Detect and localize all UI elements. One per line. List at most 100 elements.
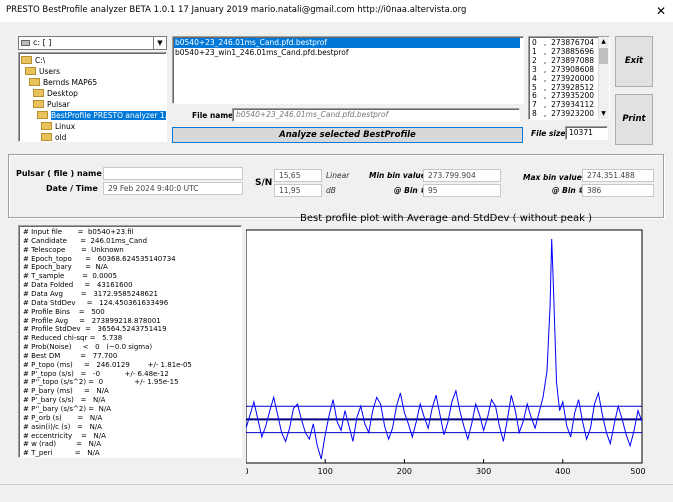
date-time-field: 29 Feb 2024 9:40:0 UTC xyxy=(103,182,243,195)
param-line: # Reduced chi-sqr = 5.738 xyxy=(23,334,123,343)
print-button[interactable]: Print xyxy=(615,94,653,145)
folder-icon xyxy=(37,111,48,119)
min-bin-label: Min bin value xyxy=(369,171,426,180)
bin-value-item[interactable]: 1 , 273885696 xyxy=(532,47,594,56)
pulsar-name-field xyxy=(103,167,243,180)
file-size-label: File size xyxy=(531,129,566,138)
folder-icon xyxy=(41,122,52,130)
close-button[interactable]: ✕ xyxy=(652,2,670,20)
file-size-field: 10371 xyxy=(565,126,608,140)
sn-linear-field: 15,65 xyxy=(274,169,322,182)
scroll-up-icon[interactable]: ▲ xyxy=(598,37,609,47)
param-line: # asin(i)/c (s) = N/A xyxy=(23,422,102,431)
directory-item-label: old xyxy=(55,133,67,142)
directory-item[interactable]: Users xyxy=(25,66,60,77)
directory-item[interactable]: Pulsar xyxy=(33,99,70,110)
date-time-label: Date / Time xyxy=(46,184,98,193)
file-name-field[interactable]: b0540+23_246.01ms_Cand.pfd.bestprof xyxy=(232,108,520,122)
pulsar-name-label: Pulsar ( file ) name xyxy=(16,169,102,178)
sn-linear-unit: Linear xyxy=(326,171,350,180)
folder-icon xyxy=(25,67,36,75)
param-line: # Telescope = Unknown xyxy=(23,245,124,254)
window-title: PRESTO BestProfile analyzer BETA 1.0.1 1… xyxy=(6,5,467,15)
title-bar: PRESTO BestProfile analyzer BETA 1.0.1 1… xyxy=(0,0,673,22)
exit-button[interactable]: Exit xyxy=(615,36,653,87)
param-line: # Data Avg = 3172.9585248621 xyxy=(23,289,158,298)
x-tick-label: 100 xyxy=(318,467,333,476)
file-item[interactable]: b0540+23_win1_246.01ms_Cand.pfd.bestprof xyxy=(174,48,520,58)
bestprof-parameters: # Input file = b0540+23.fil # Candidate =… xyxy=(18,225,242,458)
bin-value-item[interactable]: 4 , 273920000 xyxy=(532,74,594,83)
bin-value-item[interactable]: 9 , 273900192 xyxy=(532,118,594,119)
drive-icon xyxy=(21,40,30,46)
analyze-button[interactable]: Analyze selected BestProfile xyxy=(172,127,523,143)
param-line: # w (rad) = N/A xyxy=(23,440,102,449)
folder-icon xyxy=(33,89,44,97)
param-line: # Prob(Noise) < 0 (~0.0 sigma) xyxy=(23,343,153,352)
max-bin-label: Max bin value xyxy=(523,173,582,182)
bin-value-item[interactable]: 2 , 273897088 xyxy=(532,56,594,65)
param-line: # T_peri = N/A xyxy=(23,449,100,458)
folder-icon xyxy=(21,56,32,64)
bin-value-item[interactable]: 7 , 273934112 xyxy=(532,100,594,109)
param-line: # Profile Avg = 273899218.878001 xyxy=(23,316,161,325)
bin-value-item[interactable]: 5 , 273928512 xyxy=(532,83,594,92)
param-line: # Profile Bins = 500 xyxy=(23,307,105,316)
param-line: # P''_bary (s/s^2) = N/A xyxy=(23,405,111,413)
directory-item[interactable]: C:\ xyxy=(21,55,45,66)
plot-frame xyxy=(246,229,643,464)
directory-item-label: BestProfile PRESTO analyzer 1.0 xyxy=(51,111,166,120)
x-tick-label: 500 xyxy=(630,467,645,476)
x-tick-label: 200 xyxy=(397,467,412,476)
directory-item-label: Desktop xyxy=(47,89,78,98)
bin-value-item[interactable]: 6 , 273935200 xyxy=(532,91,594,100)
directory-item-label: Linux xyxy=(55,122,76,131)
sn-label: S/N xyxy=(255,178,273,188)
param-line: # P_orb (s) = N/A xyxy=(23,413,103,422)
bin-value-item[interactable]: 3 , 273908608 xyxy=(532,65,594,74)
x-tick-label: 300 xyxy=(476,467,491,476)
folder-icon xyxy=(29,78,40,86)
x-tick-label: 400 xyxy=(555,467,570,476)
bin-value-item[interactable]: 0 , 273876704 xyxy=(532,38,594,47)
param-line: # Data StdDev = 124.450361633496 xyxy=(23,298,169,307)
folder-icon xyxy=(41,133,52,141)
file-name-label: File name xyxy=(192,111,234,120)
max-bin-at-field: 386 xyxy=(582,184,654,197)
directory-list[interactable]: C:\ Users Bernds MAP65 Desktop Pulsar BestPro… xyxy=(18,52,167,142)
profile-chart: 0 100 200 300 400 500 xyxy=(246,229,646,476)
scroll-thumb[interactable] xyxy=(599,48,608,64)
param-line: # P'_bary (s/s) = N/A xyxy=(23,396,106,405)
drive-select[interactable]: c: [ ] ▼ xyxy=(18,36,167,50)
x-tick-label: 0 xyxy=(246,467,249,476)
drive-value: c: [ ] xyxy=(33,38,52,47)
param-line: # P_topo (ms) = 246.0129 +/- 1.81e-05 xyxy=(23,360,192,369)
min-bin-at-label: @ Bin # xyxy=(394,186,426,195)
param-line: # eccentricity = N/A xyxy=(23,431,106,440)
directory-item[interactable]: BestProfile PRESTO analyzer 1.0 xyxy=(37,110,166,121)
param-line: # Data Folded = 43161600 xyxy=(23,281,133,290)
directory-item-label: Pulsar xyxy=(47,100,70,109)
max-bin-at-label: @ Bin # xyxy=(552,186,584,195)
min-bin-at-field: 95 xyxy=(423,184,501,197)
directory-item[interactable]: Bernds MAP65 xyxy=(29,77,97,88)
directory-item-label: C:\ xyxy=(35,56,46,65)
folder-icon xyxy=(33,100,44,108)
file-list[interactable]: b0540+23_246.01ms_Cand.pfd.bestprof b0540… xyxy=(172,36,524,104)
directory-item-label: Bernds MAP65 xyxy=(43,78,98,87)
param-line: # P'_topo (s/s) = -0 +/- 6.48e-12 xyxy=(23,369,169,378)
param-line: # P''_topo (s/s^2) = 0 +/- 1.95e-15 xyxy=(23,378,179,387)
file-item[interactable]: b0540+23_246.01ms_Cand.pfd.bestprof xyxy=(174,38,520,48)
status-bar xyxy=(0,484,673,502)
param-line: # Epoch_bary = N/A xyxy=(23,263,108,272)
param-line: # T_sample = 0.0005 xyxy=(23,272,117,281)
scroll-down-icon[interactable]: ▼ xyxy=(598,109,609,119)
directory-item[interactable]: Desktop xyxy=(33,88,78,99)
bin-value-item[interactable]: 8 , 273923200 xyxy=(532,109,594,118)
directory-item[interactable]: Linux xyxy=(41,121,75,132)
param-line: # Best DM = 77.700 xyxy=(23,351,118,360)
directory-item-label: Users xyxy=(39,67,61,76)
directory-item[interactable]: old xyxy=(41,132,67,142)
sn-db-field: 11,95 xyxy=(274,184,322,197)
chevron-down-icon[interactable]: ▼ xyxy=(153,37,166,49)
